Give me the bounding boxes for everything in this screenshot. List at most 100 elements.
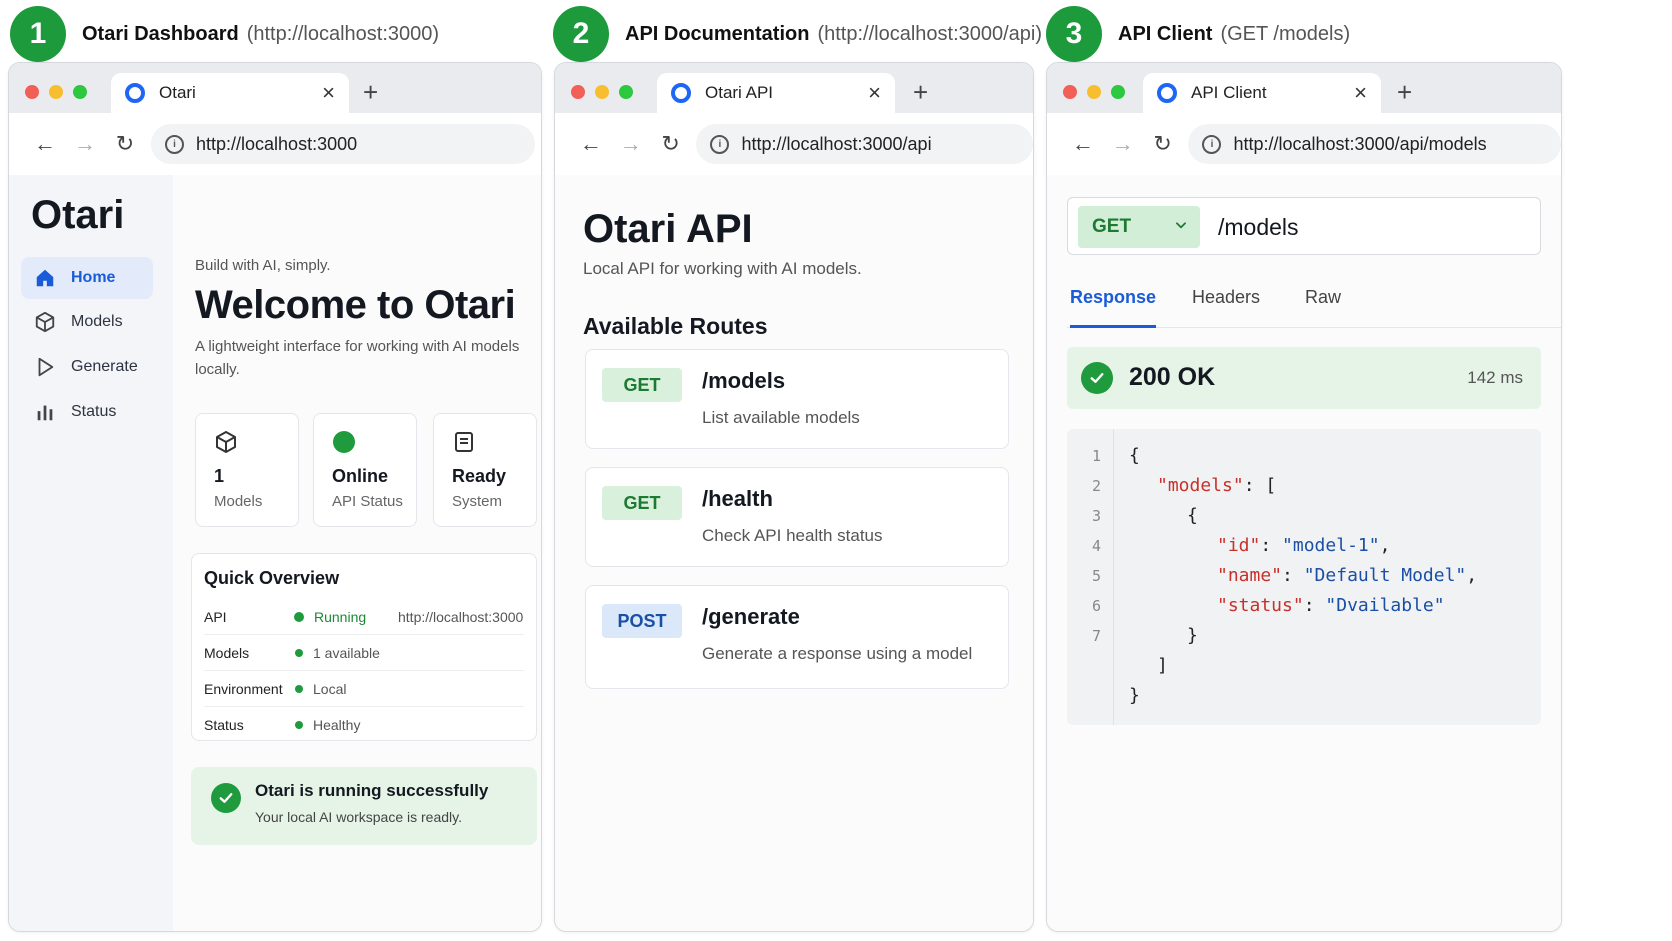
back-icon[interactable]: ← bbox=[571, 131, 611, 157]
window-controls bbox=[571, 85, 633, 99]
address-bar[interactable]: i http://localhost:3000/api bbox=[696, 124, 1033, 164]
method-badge: GET bbox=[602, 486, 682, 520]
status-dot-icon bbox=[294, 611, 304, 622]
stat-value: Ready bbox=[452, 466, 507, 486]
line-number: 7 bbox=[1091, 627, 1101, 645]
status-dot-icon bbox=[332, 430, 356, 454]
sidebar-item-status[interactable]: Status bbox=[21, 391, 153, 433]
close-window-button[interactable] bbox=[1063, 85, 1077, 99]
tab-bar: Otari × + bbox=[9, 63, 541, 113]
sidebar-item-home[interactable]: Home bbox=[21, 257, 153, 299]
back-icon[interactable]: ← bbox=[1063, 131, 1103, 157]
request-bar: GET /models bbox=[1067, 197, 1541, 255]
route-description: List available models bbox=[702, 408, 860, 427]
stat-label: API Status bbox=[332, 493, 403, 510]
sidebar-item-generate[interactable]: Generate bbox=[21, 346, 153, 388]
forward-icon[interactable]: → bbox=[611, 131, 651, 157]
tab-headers[interactable]: Headers bbox=[1192, 285, 1260, 325]
request-path-input[interactable]: /models bbox=[1218, 214, 1299, 241]
panel-title: API Client bbox=[1118, 22, 1213, 45]
route-card[interactable]: GET /models List available models bbox=[585, 349, 1009, 449]
sidebar-item-label: Models bbox=[71, 313, 123, 330]
stat-value: Online bbox=[332, 466, 389, 486]
line-number: 2 bbox=[1091, 477, 1101, 495]
reload-icon[interactable]: ↻ bbox=[651, 131, 691, 157]
forward-icon[interactable]: → bbox=[1103, 131, 1143, 157]
response-tabs: Response Headers Raw bbox=[1067, 285, 1561, 328]
route-path: /generate bbox=[702, 604, 800, 629]
line-gutter: 1 2 3 4 5 6 7 bbox=[1067, 429, 1114, 725]
api-docs-main: Otari API Local API for working with AI … bbox=[555, 175, 1033, 931]
line-number: 5 bbox=[1091, 567, 1101, 585]
address-bar[interactable]: i http://localhost:3000 bbox=[151, 124, 535, 164]
table-row: Environment Local bbox=[204, 671, 524, 707]
nav-bar: ← → ↻ i http://localhost:3000/api bbox=[555, 113, 1033, 176]
panel-header-1: 1 Otari Dashboard (http://localhost:3000… bbox=[10, 6, 439, 62]
close-window-button[interactable] bbox=[25, 85, 39, 99]
stat-value: 1 bbox=[214, 466, 225, 486]
forward-icon[interactable]: → bbox=[65, 131, 105, 157]
method-select[interactable]: GET bbox=[1078, 206, 1200, 248]
sidebar-item-models[interactable]: Models bbox=[21, 301, 153, 343]
stat-label: System bbox=[452, 493, 503, 510]
browser-tab[interactable]: Otari API × bbox=[657, 73, 895, 113]
row-value: Running bbox=[314, 608, 367, 625]
route-card[interactable]: POST /generate Generate a response using… bbox=[585, 585, 1009, 689]
row-key: Status bbox=[204, 716, 244, 733]
route-path: /health bbox=[702, 486, 773, 511]
api-client-main: GET /models Response Headers Raw 200 OK … bbox=[1047, 175, 1561, 931]
tab-bar: Otari API × + bbox=[555, 63, 1033, 113]
tagline: Build with AI, simply. bbox=[195, 257, 331, 274]
address-bar[interactable]: i http://localhost:3000/api/models bbox=[1188, 124, 1561, 164]
tab-raw[interactable]: Raw bbox=[1305, 285, 1341, 325]
panel-subtitle: (http://localhost:3000/api) bbox=[817, 22, 1043, 45]
browser-tab[interactable]: Otari × bbox=[111, 73, 349, 113]
status-dot-icon bbox=[295, 648, 303, 657]
panel-header-3: 3 API Client (GET /models) bbox=[1046, 6, 1350, 62]
route-description: Check API health status bbox=[702, 526, 883, 545]
sidebar-item-label: Home bbox=[71, 269, 116, 286]
close-tab-icon[interactable]: × bbox=[322, 82, 335, 104]
panel-subtitle: (http://localhost:3000) bbox=[246, 22, 440, 45]
tab-favicon-icon bbox=[1157, 83, 1177, 103]
cube-icon bbox=[33, 310, 57, 334]
cube-icon bbox=[214, 430, 238, 454]
step-badge: 1 bbox=[10, 6, 66, 62]
status-code: 200 OK bbox=[1129, 363, 1216, 391]
minimize-window-button[interactable] bbox=[1087, 85, 1101, 99]
route-card[interactable]: GET /health Check API health status bbox=[585, 467, 1009, 567]
response-time: 142 ms bbox=[1467, 368, 1523, 387]
reload-icon[interactable]: ↻ bbox=[1143, 131, 1183, 157]
row-url: http://localhost:3000 bbox=[398, 608, 524, 625]
browser-window-api-client: API Client × + ← → ↻ i http://localhost:… bbox=[1046, 62, 1562, 932]
new-tab-icon[interactable]: + bbox=[363, 79, 378, 105]
tab-response[interactable]: Response bbox=[1070, 285, 1157, 328]
site-info-icon[interactable]: i bbox=[710, 134, 730, 154]
maximize-window-button[interactable] bbox=[619, 85, 633, 99]
table-row: Models 1 available bbox=[204, 635, 524, 671]
new-tab-icon[interactable]: + bbox=[913, 79, 928, 105]
table-row: Status Healthy bbox=[204, 707, 524, 742]
reload-icon[interactable]: ↻ bbox=[105, 131, 145, 157]
close-tab-icon[interactable]: × bbox=[868, 82, 881, 104]
window-controls bbox=[1063, 85, 1125, 99]
home-icon bbox=[33, 266, 57, 290]
minimize-window-button[interactable] bbox=[595, 85, 609, 99]
sidebar-item-label: Generate bbox=[71, 358, 138, 375]
minimize-window-button[interactable] bbox=[49, 85, 63, 99]
browser-tab[interactable]: API Client × bbox=[1143, 73, 1381, 113]
panel-title: Otari Dashboard bbox=[82, 22, 239, 45]
site-info-icon[interactable]: i bbox=[165, 134, 184, 154]
new-tab-icon[interactable]: + bbox=[1397, 79, 1412, 105]
back-icon[interactable]: ← bbox=[25, 131, 65, 157]
maximize-window-button[interactable] bbox=[73, 85, 87, 99]
maximize-window-button[interactable] bbox=[1111, 85, 1125, 99]
step-badge: 3 bbox=[1046, 6, 1102, 62]
play-icon bbox=[33, 355, 57, 379]
close-window-button[interactable] bbox=[571, 85, 585, 99]
close-tab-icon[interactable]: × bbox=[1354, 82, 1367, 104]
row-value: Healthy bbox=[313, 716, 361, 733]
sidebar-item-label: Status bbox=[71, 403, 117, 420]
page-title: Welcome to Otari bbox=[195, 283, 516, 327]
site-info-icon[interactable]: i bbox=[1202, 134, 1222, 154]
